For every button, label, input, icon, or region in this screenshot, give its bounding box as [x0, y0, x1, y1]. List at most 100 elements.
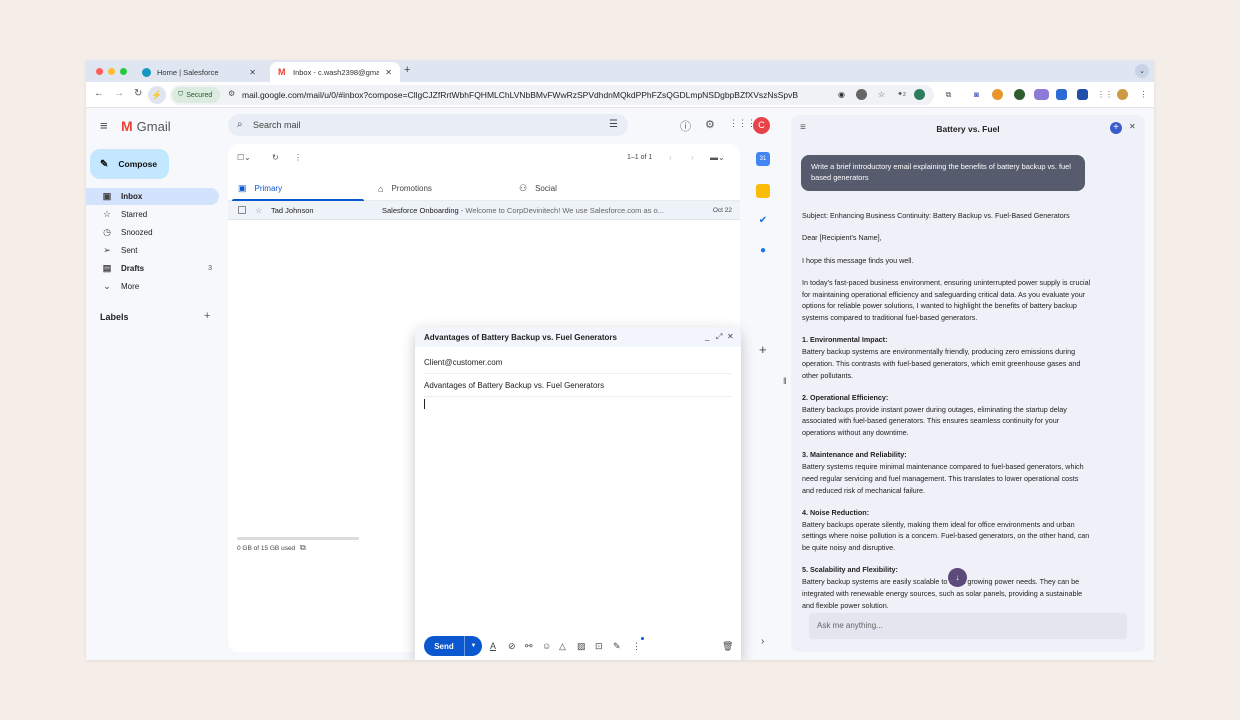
- attach-icon[interactable]: ⊘: [508, 641, 516, 652]
- close-icon[interactable]: ✕: [727, 332, 734, 341]
- grid-icon[interactable]: ⋮⋮: [1097, 89, 1113, 100]
- expand-icon[interactable]: ⤢: [716, 332, 722, 342]
- refresh-icon[interactable]: ↻: [272, 153, 279, 162]
- emoji-icon[interactable]: ☺: [542, 641, 551, 651]
- add-on-icon[interactable]: +: [759, 342, 767, 357]
- search-icon[interactable]: ⌕: [237, 119, 243, 130]
- more-icon[interactable]: ⋮: [1138, 89, 1149, 100]
- maximize-window-button[interactable]: [120, 68, 127, 75]
- new-chat-button[interactable]: +: [1110, 122, 1122, 134]
- new-tab-button[interactable]: +: [404, 64, 410, 76]
- star-icon[interactable]: ☆: [876, 89, 887, 100]
- forward-icon[interactable]: →: [114, 88, 124, 99]
- sidebar-item-more[interactable]: ⌄ More: [86, 278, 219, 295]
- drive-icon[interactable]: △: [559, 641, 566, 652]
- add-label-button[interactable]: +: [204, 310, 210, 322]
- main-menu-icon[interactable]: ≡: [100, 118, 108, 133]
- browser-tab-inbox[interactable]: M Inbox - c.wash2398@gmail.c ✕: [270, 62, 400, 82]
- search-input[interactable]: ⌕ Search mail ☰: [228, 114, 628, 136]
- compose-title: Advantages of Battery Backup vs. Fuel Ge…: [424, 333, 617, 342]
- close-window-button[interactable]: [96, 68, 103, 75]
- compose-header[interactable]: Advantages of Battery Backup vs. Fuel Ge…: [415, 327, 741, 347]
- response-section: 2. Operational Efficiency: Battery backup…: [802, 392, 1092, 439]
- more-options-icon[interactable]: ⋮: [632, 641, 641, 652]
- compose-button[interactable]: ✎ Compose: [90, 149, 169, 179]
- tab-primary[interactable]: ▣ Primary: [238, 176, 282, 201]
- chat-icon[interactable]: [1034, 89, 1049, 100]
- avatar-icon[interactable]: [914, 89, 925, 100]
- sidebar-item-inbox[interactable]: ▣ Inbox: [86, 188, 219, 205]
- scroll-down-button[interactable]: ↓: [948, 568, 967, 587]
- panel-resize-handle[interactable]: ‖: [783, 376, 787, 386]
- trash-icon[interactable]: 🗑: [722, 641, 733, 652]
- input-tools-icon[interactable]: ▬⌄: [710, 153, 725, 162]
- reload-icon[interactable]: ↻: [134, 88, 142, 99]
- eye-icon[interactable]: ◉: [836, 89, 847, 100]
- minimize-icon[interactable]: _: [705, 332, 709, 341]
- badge-icon[interactable]: ✦2: [896, 89, 907, 100]
- search-options-icon[interactable]: ☰: [609, 119, 618, 130]
- prev-page-icon[interactable]: ‹: [669, 153, 672, 162]
- signature-icon[interactable]: ✎: [613, 641, 621, 652]
- pagination-text: 1–1 of 1: [627, 154, 653, 161]
- subject-field[interactable]: Advantages of Battery Backup vs. Fuel Ge…: [424, 375, 732, 397]
- next-page-icon[interactable]: ›: [691, 153, 694, 162]
- tab-label: Primary: [254, 184, 283, 193]
- minimize-window-button[interactable]: [108, 68, 115, 75]
- apps-icon[interactable]: ⋮⋮⋮: [729, 118, 756, 129]
- external-link-icon[interactable]: ⧉: [300, 543, 306, 553]
- link-icon[interactable]: ⚯: [525, 641, 533, 652]
- section-heading: 2. Operational Efficiency:: [802, 392, 889, 402]
- secured-badge[interactable]: ⛉ Secured: [172, 87, 221, 103]
- send-button[interactable]: Send ▼: [424, 636, 482, 656]
- sidebar-item-drafts[interactable]: ▤ Drafts 3: [86, 260, 219, 277]
- leaf-icon[interactable]: [1014, 89, 1025, 100]
- url-text[interactable]: mail.google.com/mail/u/0/#inbox?compose=…: [242, 90, 798, 100]
- coin-icon[interactable]: [992, 89, 1003, 100]
- close-tab-icon[interactable]: ✕: [385, 68, 392, 77]
- table-row[interactable]: ☆ Tad Johnson Salesforce Onboarding - We…: [228, 201, 740, 220]
- camera-icon[interactable]: ◙: [971, 89, 982, 100]
- browser-tab-salesforce[interactable]: Home | Salesforce ✕: [134, 62, 264, 82]
- sidebar-item-starred[interactable]: ☆ Starred: [86, 206, 219, 223]
- profile-icon[interactable]: [1117, 89, 1128, 100]
- photo-icon[interactable]: ▨: [577, 641, 586, 652]
- keep-icon[interactable]: [756, 184, 770, 198]
- schedule-send-icon[interactable]: ▼: [465, 643, 482, 649]
- more-actions-icon[interactable]: ⋮: [294, 153, 302, 162]
- close-tab-icon[interactable]: ✕: [249, 68, 256, 77]
- tab-search-button[interactable]: ⌄: [1135, 64, 1149, 78]
- help-icon[interactable]: ⓘ: [680, 118, 691, 134]
- lock-icon[interactable]: ⊡: [595, 641, 603, 652]
- gmail-logo[interactable]: M Gmail: [121, 118, 171, 134]
- formatting-icon[interactable]: A: [490, 641, 496, 651]
- sidebar-item-sent[interactable]: ➢ Sent: [86, 242, 219, 259]
- site-settings-icon[interactable]: ⚙: [228, 89, 235, 98]
- avatar[interactable]: C: [753, 117, 770, 134]
- tool-icon[interactable]: [1077, 89, 1088, 100]
- bolt-icon[interactable]: ⚡: [148, 86, 166, 104]
- address-bar: ← → ↻ ⚡ ⛉ Secured ⚙ mail.google.com/mail…: [86, 82, 1154, 108]
- email-sender: Tad Johnson: [271, 205, 314, 215]
- omnibox[interactable]: ⛉ Secured ⚙ mail.google.com/mail/u/0/#in…: [170, 85, 934, 105]
- calendar-icon[interactable]: 31: [756, 152, 770, 166]
- tab-social[interactable]: ⚇ Social: [519, 176, 557, 201]
- assistant-input[interactable]: Ask me anything...: [809, 613, 1127, 639]
- tasks-icon[interactable]: ✔: [756, 214, 770, 228]
- puzzle-icon[interactable]: ⧉: [943, 89, 954, 100]
- gear-icon[interactable]: ⚙: [705, 118, 715, 131]
- row-checkbox[interactable]: [238, 206, 246, 214]
- recipients-field[interactable]: Client@customer.com: [424, 352, 732, 374]
- select-all-checkbox[interactable]: ☐⌄: [237, 153, 251, 162]
- contacts-icon[interactable]: ●: [756, 244, 770, 258]
- close-icon[interactable]: ✕: [1129, 122, 1136, 131]
- people-icon: ⚇: [519, 183, 528, 193]
- back-icon[interactable]: ←: [94, 88, 104, 99]
- circle-icon[interactable]: [856, 89, 867, 100]
- star-icon[interactable]: ☆: [255, 206, 262, 215]
- folder-icon[interactable]: [1056, 89, 1067, 100]
- drafts-count: 3: [208, 265, 212, 272]
- expand-panel-icon[interactable]: ›: [761, 636, 764, 647]
- sidebar-item-snoozed[interactable]: ◷ Snoozed: [86, 224, 219, 241]
- tab-promotions[interactable]: ⌂ Promotions: [378, 176, 432, 201]
